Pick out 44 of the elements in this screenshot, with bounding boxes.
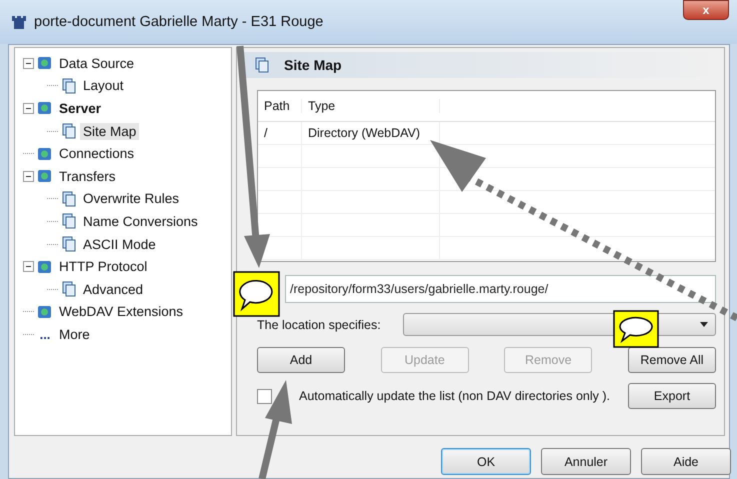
tree-item[interactable]: WebDAV Extensions xyxy=(56,303,186,320)
ellipsis-icon: ... xyxy=(37,326,53,342)
tree-item[interactable]: HTTP Protocol xyxy=(56,258,150,276)
tree-item[interactable]: ASCII Mode xyxy=(80,236,159,253)
collapse-toggle[interactable] xyxy=(23,170,34,182)
page-icon xyxy=(61,213,77,230)
castle-icon xyxy=(10,13,28,31)
export-button[interactable]: Export xyxy=(628,383,716,409)
checkbox[interactable] xyxy=(257,388,272,404)
action-button[interactable]: Remove All xyxy=(628,347,716,373)
collapse-toggle[interactable] xyxy=(23,102,34,114)
dialog-button[interactable]: Aide xyxy=(641,448,731,475)
tree-item[interactable]: Connections xyxy=(56,145,138,162)
checkbox-label: Automatically update the list (non DAV directories only ). xyxy=(298,389,612,403)
panel-title: Site Map xyxy=(284,57,342,73)
speech-bubble-tooltip xyxy=(613,310,659,348)
tree-item[interactable]: Advanced xyxy=(80,280,146,298)
page-icon xyxy=(254,57,270,73)
collapse-toggle[interactable] xyxy=(23,58,34,69)
tree-item[interactable]: Data Source xyxy=(56,54,138,72)
tree-item[interactable]: More xyxy=(56,326,93,343)
window-title: porte-document Gabrielle Marty - E31 Rouge xyxy=(34,14,324,30)
page-icon xyxy=(61,190,77,207)
page-icon xyxy=(61,236,77,252)
page-icon xyxy=(61,123,77,140)
collapse-toggle[interactable] xyxy=(23,261,34,272)
tree-item[interactable]: Overwrite Rules xyxy=(80,190,182,208)
page-icon xyxy=(61,281,77,298)
column-header[interactable]: Path xyxy=(258,99,302,113)
column-header[interactable]: Type xyxy=(302,99,440,113)
tree-item[interactable]: Transfers xyxy=(56,168,119,185)
tree-item[interactable]: Server xyxy=(56,100,104,117)
close-button[interactable]: x xyxy=(683,0,729,20)
dialog-button[interactable]: Annuler xyxy=(541,448,631,475)
table-cell: / xyxy=(258,122,302,144)
location-label: The location specifies: xyxy=(257,318,382,332)
tree-item[interactable]: Site Map xyxy=(80,122,140,140)
tree-item[interactable]: Name Conversions xyxy=(80,212,201,230)
caret-icon xyxy=(700,322,708,327)
dialog-button[interactable]: OK xyxy=(441,448,531,475)
tree-item[interactable]: Layout xyxy=(80,77,127,94)
path-field[interactable]: /repository/form33/users/gabrielle.marty.rouge/ xyxy=(285,275,716,303)
action-button[interactable]: Add xyxy=(257,347,345,373)
page-icon xyxy=(61,78,77,94)
